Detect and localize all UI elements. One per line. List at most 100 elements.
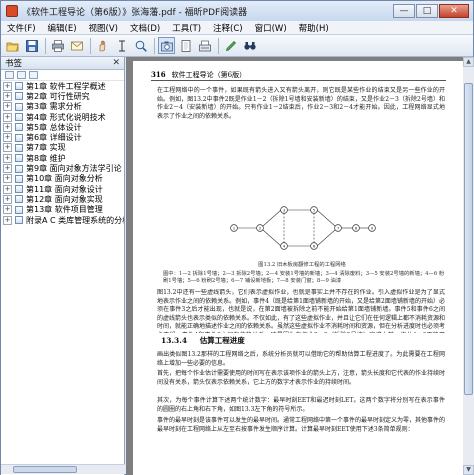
pdf-page: 316 软件工程导论（第6版） 在工程网络中的一个事件，如果既有箭头进入又有箭头… [133, 61, 463, 475]
bookmark-icon [15, 154, 23, 163]
close-button[interactable]: ✕ [439, 4, 469, 18]
menu-view[interactable]: 视图(V) [83, 22, 124, 34]
bookmark-chapter-12[interactable]: + 第12章 面向对象实现 [1, 194, 124, 204]
email-icon[interactable] [68, 37, 85, 54]
bookmark-label: 第2章 可行性研究 [26, 91, 90, 101]
menu-tools[interactable]: 工具(T) [166, 22, 207, 34]
bookmark-label: 第5章 总体设计 [26, 122, 82, 132]
close-panel-icon[interactable]: ✕ [112, 58, 120, 68]
menu-document[interactable]: 文档(D) [124, 22, 166, 34]
bookmark-label: 第10章 面向对象分析 [26, 174, 103, 184]
bookmark-options-icon[interactable] [5, 71, 14, 79]
expand-icon[interactable]: + [3, 102, 12, 112]
expand-icon[interactable]: + [3, 215, 12, 225]
scroll-thumb[interactable] [13, 466, 77, 473]
bookmarks-header: 书签 ✕ [1, 57, 124, 70]
window-title: 《软件工程导论（第6版）》张海藩.pdf - 福昕PDF阅读器 [22, 7, 248, 18]
section-number: 13.3.4 [161, 336, 188, 345]
open-icon[interactable] [4, 37, 21, 54]
bookmark-label: 第3章 需求分析 [26, 102, 82, 112]
bookmark-appendix-a[interactable]: + 附录A C 类库管理系统的分析与设计 [1, 215, 124, 225]
hand-icon[interactable] [94, 37, 111, 54]
snapshot-icon[interactable] [158, 37, 175, 54]
bookmark-icon [15, 102, 23, 111]
expand-icon[interactable]: + [3, 194, 12, 204]
scroll-thumb[interactable] [464, 83, 473, 395]
figure-caption: 图13.2 旧木板房翻修工程的工程网络 [258, 262, 346, 268]
menu-help[interactable]: 帮助(H) [293, 22, 335, 34]
bookmark-icon [15, 143, 23, 152]
app-window: 《软件工程导论（第6版）》张海藩.pdf - 福昕PDF阅读器 — □ ✕ 文件… [0, 0, 474, 475]
running-header: 软件工程导论（第6版） [171, 70, 247, 79]
scroll-down-icon[interactable]: ▼ [463, 465, 474, 475]
paragraph: 首先，把每个作业估计需要使用的时间写在表示该项作业的箭头上方，注意，箭头长度和它… [157, 370, 446, 386]
bookmarks-horizontal-scrollbar[interactable] [1, 464, 125, 474]
menu-file[interactable]: 文件(F) [1, 22, 42, 34]
expand-icon[interactable]: + [3, 143, 12, 153]
menu-comments[interactable]: 注释(C) [207, 22, 249, 34]
bookmark-chapter-7[interactable]: + 第7章 实现 [1, 143, 124, 153]
fit-page-icon[interactable] [177, 37, 194, 54]
bookmark-tools [1, 70, 124, 81]
expand-bookmark-icon[interactable] [17, 71, 26, 79]
bookmark-chapter-6[interactable]: + 第6章 详细设计 [1, 132, 124, 142]
expand-icon[interactable]: + [3, 174, 12, 184]
expand-icon[interactable]: + [3, 112, 12, 122]
node-label: 1 [233, 226, 235, 230]
node-label: 3 [283, 208, 285, 212]
expand-icon[interactable]: + [3, 184, 12, 194]
typewriter-icon[interactable] [196, 37, 213, 54]
bookmark-tree: + 第1章 软件工程学概述 + 第2章 可行性研究 + 第3章 需求分析 + 第4章 形… [1, 81, 124, 225]
expand-icon[interactable]: + [3, 133, 12, 143]
search-icon[interactable] [241, 37, 258, 54]
bookmark-chapter-10[interactable]: + 第10章 面向对象分析 [1, 174, 124, 184]
expand-icon[interactable]: + [3, 91, 12, 101]
bookmark-chapter-11[interactable]: + 第11章 面向对象设计 [1, 184, 124, 194]
bookmark-chapter-8[interactable]: + 第8章 维护 [1, 153, 124, 163]
maximize-button[interactable]: □ [416, 4, 438, 18]
page-header: 316 软件工程导论（第6版） [151, 69, 446, 81]
bookmark-chapter-9[interactable]: + 第9章 面向对象方法学引论 [1, 163, 124, 173]
bookmark-chapter-3[interactable]: + 第3章 需求分析 [1, 102, 124, 112]
figure-note: 图中：1—2 拆除1号墙；2—3 拆除2号墙；2—4 安装1号墙的新墙；3—4 … [163, 271, 445, 284]
bookmark-icon [15, 185, 23, 194]
paragraph: 图13.2中还有一些虚线箭头，它们表示虚拟作业，也就是事实上并不存在的作业。引入… [157, 289, 445, 333]
menu-edit[interactable]: 编辑(E) [42, 22, 83, 34]
pen-icon[interactable] [222, 37, 239, 54]
bookmark-label: 附录A C 类库管理系统的分析与设计 [26, 215, 124, 225]
bookmark-icon [15, 133, 23, 142]
node-label: 5 [313, 208, 315, 212]
bookmark-icon [15, 113, 23, 122]
bookmark-label: 第9章 面向对象方法学引论 [26, 164, 122, 174]
bookmark-chapter-13[interactable]: + 第13章 软件项目管理 [1, 205, 124, 215]
bookmark-label: 第1章 软件工程学概述 [26, 81, 106, 91]
bookmarks-title: 书签 [5, 59, 23, 69]
expand-icon[interactable]: + [3, 153, 12, 163]
expand-icon[interactable]: + [3, 81, 12, 91]
bookmark-chapter-1[interactable]: + 第1章 软件工程学概述 [1, 81, 124, 91]
delete-bookmark-icon[interactable] [29, 71, 38, 79]
scroll-up-icon[interactable]: ▲ [463, 57, 474, 67]
bookmark-icon [15, 174, 23, 183]
bookmark-icon [15, 216, 23, 224]
section-heading: 13.3.4 估算工程进度 [161, 335, 245, 346]
section-title: 估算工程进度 [199, 336, 245, 345]
minimize-button[interactable]: — [393, 4, 415, 18]
bookmark-label: 第4章 形式化说明技术 [26, 112, 106, 122]
menu-window[interactable]: 窗口(W) [249, 22, 293, 34]
bookmark-label: 第13章 软件项目管理 [26, 205, 103, 215]
expand-icon[interactable]: + [3, 205, 12, 215]
select-text-icon[interactable] [113, 37, 130, 54]
bookmark-label: 第11章 面向对象设计 [26, 184, 103, 194]
save-icon[interactable] [23, 37, 40, 54]
bookmark-chapter-2[interactable]: + 第2章 可行性研究 [1, 91, 124, 101]
page-number: 316 [151, 70, 166, 79]
bookmark-chapter-4[interactable]: + 第4章 形式化说明技术 [1, 112, 124, 122]
expand-icon[interactable]: + [3, 122, 12, 132]
page-vertical-scrollbar[interactable]: ▲ ▼ [463, 57, 474, 475]
expand-icon[interactable]: + [3, 164, 12, 174]
bookmark-chapter-5[interactable]: + 第5章 总体设计 [1, 122, 124, 132]
zoom-icon[interactable] [132, 37, 149, 54]
paragraph: 事件的最早时刻是该事件可以发生的最早时间。通常工程网络中第一个事件的最早时刻定义… [157, 417, 446, 433]
print-icon[interactable] [49, 37, 66, 54]
